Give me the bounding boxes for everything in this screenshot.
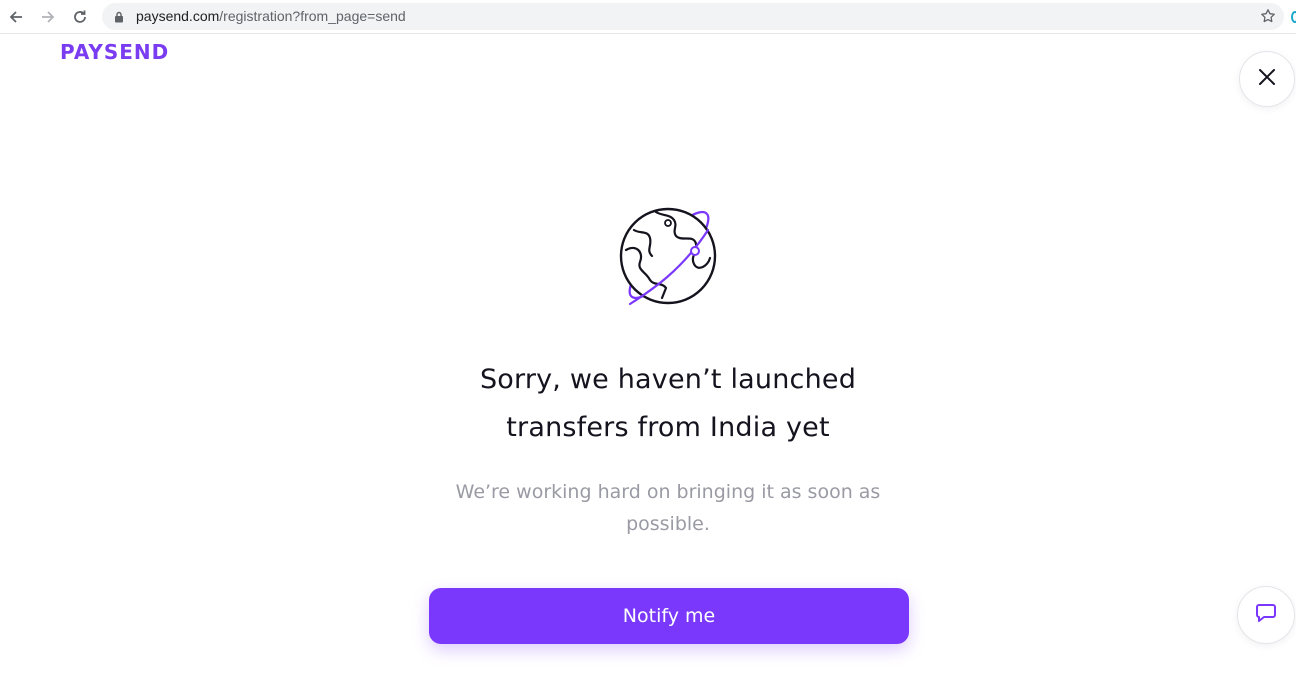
browser-toolbar: paysend.com/registration?from_page=send: [0, 0, 1296, 34]
url-path: /registration?from_page=send: [219, 8, 406, 24]
star-icon[interactable]: [1260, 8, 1276, 29]
url-host: paysend.com: [136, 8, 220, 24]
forward-arrow-icon[interactable]: [38, 7, 58, 27]
title-line-2: transfers from India yet: [506, 412, 830, 443]
chat-button[interactable]: [1237, 586, 1295, 644]
address-bar[interactable]: paysend.com/registration?from_page=send: [102, 3, 1284, 30]
paysend-logo[interactable]: PAYSEND: [60, 40, 169, 64]
back-arrow-icon[interactable]: [6, 7, 26, 27]
title-line-1: Sorry, we haven’t launched: [479, 364, 857, 395]
close-button[interactable]: [1239, 51, 1295, 107]
chat-bubble-icon: [1255, 603, 1277, 628]
url-text: paysend.com/registration?from_page=send: [136, 8, 406, 24]
notify-me-button[interactable]: Notify me: [429, 588, 909, 644]
globe-orbit-icon: [612, 200, 724, 312]
profile-edge-icon: [1291, 11, 1296, 23]
lock-icon: [114, 10, 124, 28]
close-icon: [1258, 68, 1276, 91]
page-subtitle: We’re working hard on bringing it as soo…: [455, 481, 881, 535]
reload-icon[interactable]: [70, 7, 90, 27]
page-title: Sorry, we haven’t launched transfers fro…: [368, 356, 968, 452]
